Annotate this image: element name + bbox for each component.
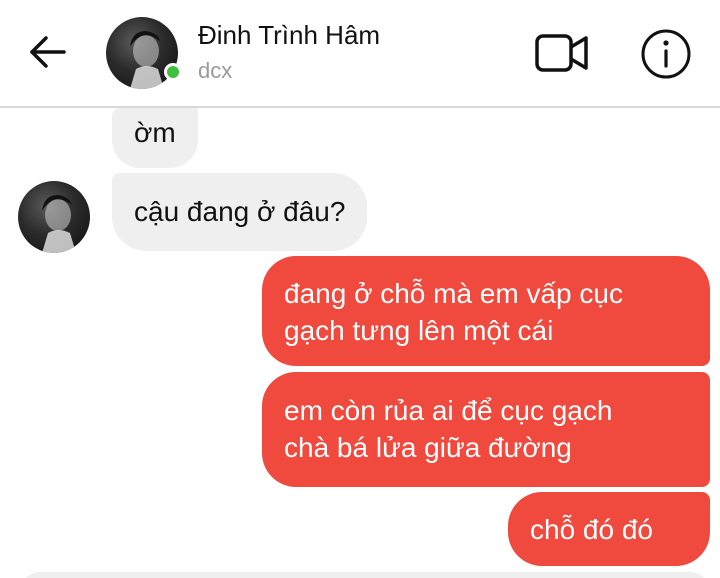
message-bubble-outgoing[interactable]: đang ở chỗ mà em vấp cục gạch tưng lên m… (262, 256, 710, 366)
message-bubble-incoming-partial[interactable] (20, 572, 710, 578)
back-button[interactable] (26, 30, 70, 74)
message-text-line: chà bá lửa giữa đường (284, 432, 572, 463)
message-text-line: em còn rủa ai để cục gạch (284, 395, 613, 426)
sender-avatar[interactable] (18, 181, 90, 253)
contact-name[interactable]: Đinh Trình Hâm (198, 20, 380, 51)
message-bubble-incoming[interactable]: ờm (112, 108, 198, 168)
video-call-icon (535, 34, 588, 72)
contact-avatar[interactable] (106, 17, 182, 89)
message-text: chỗ đó đó (530, 514, 653, 545)
message-bubble-outgoing[interactable]: em còn rủa ai để cục gạch chà bá lửa giữ… (262, 372, 710, 487)
contact-status: dcx (198, 58, 233, 83)
message-bubble-outgoing[interactable]: chỗ đó đó (508, 492, 710, 566)
message-bubble-incoming[interactable]: cậu đang ở đâu? (112, 173, 368, 251)
arrow-left-icon (30, 36, 66, 68)
message-text: cậu đang ở đâu? (134, 196, 346, 227)
message-text-line: gạch tưng lên một cái (284, 315, 554, 346)
message-text-line: đang ở chỗ mà em vấp cục (284, 278, 623, 309)
online-indicator (164, 63, 182, 81)
info-icon (641, 29, 691, 79)
chat-header: Đinh Trình Hâm dcx (0, 0, 720, 108)
info-button[interactable] (638, 26, 694, 82)
video-call-button[interactable] (532, 28, 592, 78)
message-text: ờm (134, 117, 176, 148)
